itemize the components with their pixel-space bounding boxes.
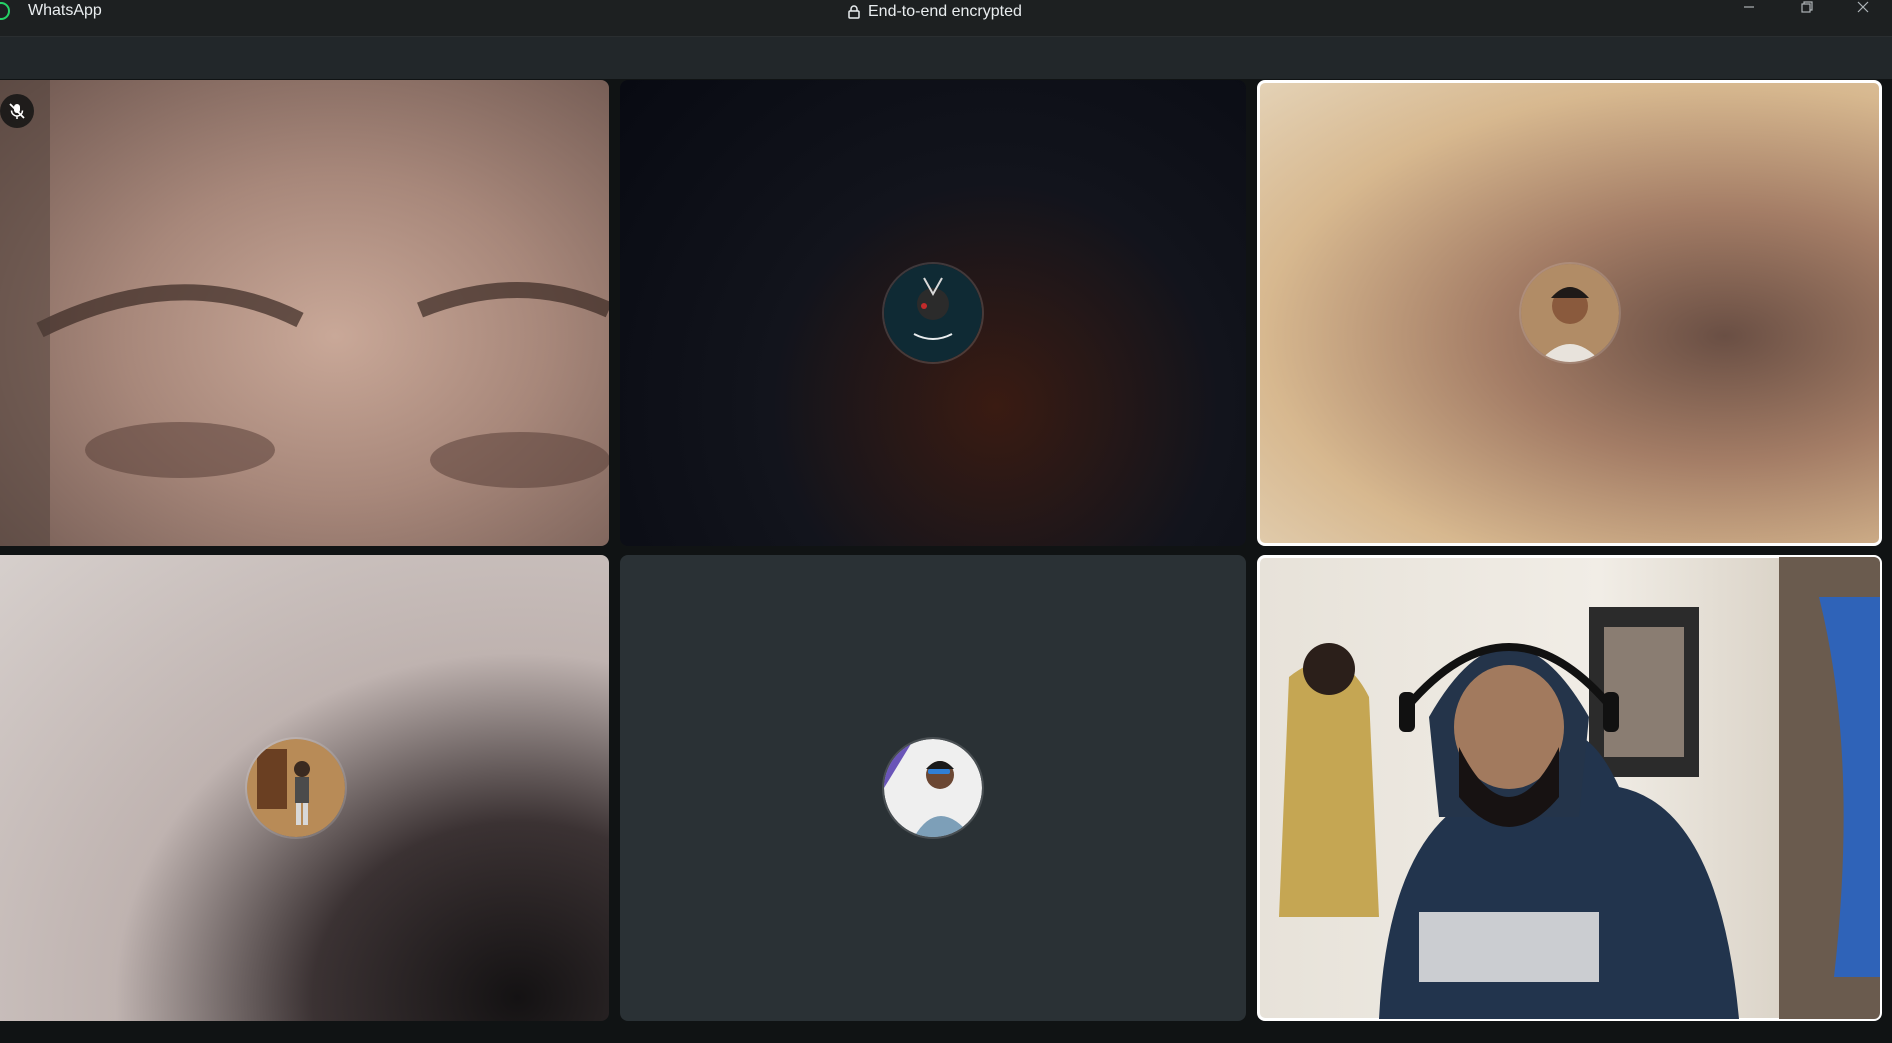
participant-tile-1[interactable]	[0, 80, 609, 546]
participant-avatar-3	[1520, 264, 1619, 362]
mic-off-icon	[9, 103, 25, 119]
encryption-label: End-to-end encrypted	[868, 3, 1022, 20]
whatsapp-logo-icon	[0, 2, 10, 20]
participant-video-6	[1279, 557, 1880, 1019]
app-name: WhatsApp	[28, 2, 102, 19]
title-bar: WhatsApp End-to-end encrypted	[0, 0, 1892, 37]
muted-mic-badge	[0, 94, 34, 128]
participant-tile-5[interactable]	[620, 555, 1246, 1021]
call-toolbar	[0, 37, 1892, 79]
participant-avatar-4	[247, 739, 345, 837]
participant-avatar-5	[884, 739, 982, 837]
participant-tile-4[interactable]	[0, 555, 609, 1021]
restore-icon	[1801, 1, 1813, 13]
restore-button[interactable]	[1792, 0, 1822, 14]
participant-avatar-2	[884, 264, 982, 362]
minimize-button[interactable]	[1734, 0, 1764, 14]
participant-tile-3[interactable]	[1257, 80, 1882, 546]
encryption-status: End-to-end encrypted	[848, 3, 1022, 21]
minimize-icon	[1744, 6, 1754, 8]
lock-icon	[848, 5, 860, 19]
close-icon	[1857, 1, 1869, 13]
participant-tile-6[interactable]	[1257, 555, 1882, 1021]
participant-tile-2[interactable]	[620, 80, 1246, 546]
participant-video-1	[0, 80, 609, 546]
close-button[interactable]	[1848, 0, 1878, 14]
